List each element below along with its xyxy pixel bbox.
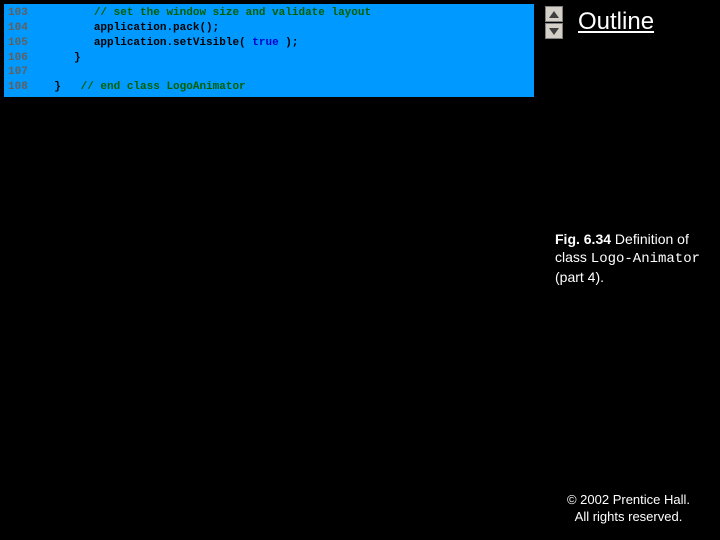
- nav-buttons: [545, 6, 563, 39]
- triangle-down-icon: [549, 28, 559, 35]
- nav-up-button[interactable]: [545, 6, 563, 22]
- copyright-line-1: © 2002 Prentice Hall.: [567, 492, 690, 509]
- outline-heading[interactable]: Outline: [578, 8, 654, 36]
- code-line: 107: [8, 65, 534, 80]
- figure-number: Fig. 6.34: [555, 231, 611, 247]
- code-line: 103 // set the window size and validate …: [8, 6, 534, 21]
- triangle-up-icon: [549, 11, 559, 18]
- figure-caption: Fig. 6.34 Definition of class Logo-Anima…: [555, 230, 715, 287]
- code-block: 103 // set the window size and validate …: [4, 4, 534, 97]
- code-line: 105 application.setVisible( true );: [8, 36, 534, 51]
- code-line: 108 } // end class LogoAnimator: [8, 80, 534, 95]
- caption-classname: Logo-Animator: [591, 251, 700, 267]
- copyright-notice: © 2002 Prentice Hall. All rights reserve…: [567, 492, 690, 526]
- caption-text-2: (part 4).: [555, 269, 604, 285]
- nav-down-button[interactable]: [545, 23, 563, 39]
- code-line: 104 application.pack();: [8, 21, 534, 36]
- copyright-line-2: All rights reserved.: [567, 509, 690, 526]
- code-line: 106 }: [8, 51, 534, 66]
